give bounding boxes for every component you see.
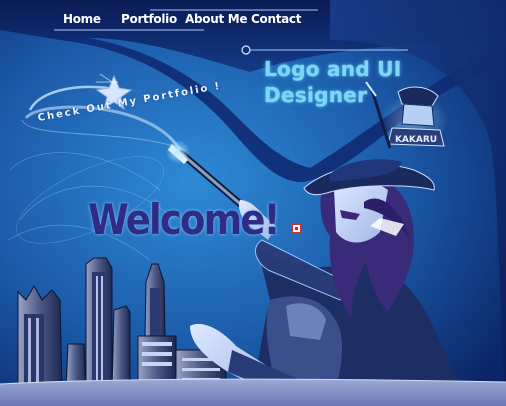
- landing-page: KAKARU Home Portfolio About Me Contact L…: [0, 0, 506, 406]
- headline-line-1: Logo and UI: [264, 57, 402, 81]
- logo-wordmark: KAKARU: [395, 135, 437, 145]
- nav-home-link[interactable]: Home: [63, 12, 101, 26]
- close-icon[interactable]: [292, 224, 301, 233]
- nav-about-link[interactable]: About Me: [185, 12, 248, 26]
- welcome-heading: Welcome!: [88, 196, 281, 245]
- headline: Logo and UI Designer: [264, 56, 402, 108]
- nav-portfolio-link[interactable]: Portfolio: [121, 12, 177, 26]
- headline-line-2: Designer: [264, 83, 368, 107]
- nav-contact-link[interactable]: Contact: [251, 12, 301, 26]
